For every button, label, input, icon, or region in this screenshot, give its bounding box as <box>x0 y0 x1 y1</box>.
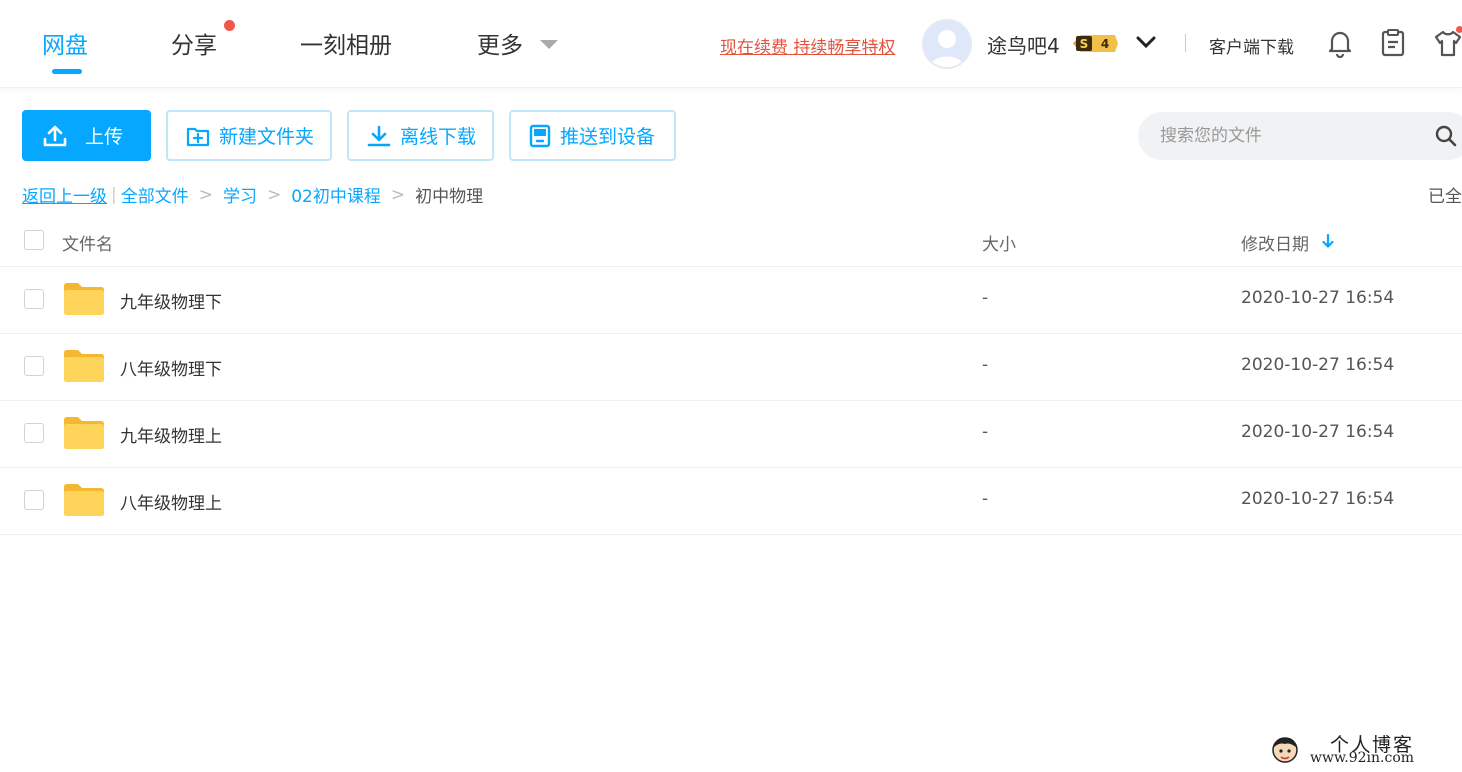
select-all-checkbox[interactable] <box>24 230 44 250</box>
folder-icon <box>64 484 104 516</box>
avatar[interactable] <box>922 19 972 69</box>
breadcrumb: 返回上一级 | 全部文件 > 学习 > 02初中课程 > 初中物理 <box>22 182 484 208</box>
search-input[interactable] <box>1160 124 1420 148</box>
file-size: - <box>982 489 989 509</box>
new-folder-button[interactable]: 新建文件夹 <box>166 110 332 161</box>
breadcrumb-study[interactable]: 学习 <box>223 182 257 207</box>
renew-link[interactable]: 现在续费 持续畅享特权 <box>720 33 895 58</box>
file-name[interactable]: 九年级物理下 <box>120 288 222 313</box>
row-checkbox[interactable] <box>24 490 44 510</box>
username[interactable]: 途鸟吧4 <box>987 30 1060 59</box>
folder-icon <box>64 417 104 449</box>
loaded-status: 已全 <box>1428 187 1462 207</box>
breadcrumb-back-link[interactable]: 返回上一级 <box>22 182 107 207</box>
upload-icon <box>43 125 67 146</box>
folder-icon <box>64 350 104 382</box>
table-header: 文件名 大小 修改日期 <box>0 218 1462 267</box>
sort-down-icon[interactable] <box>1321 233 1335 249</box>
file-modified: 2020-10-27 16:54 <box>1241 355 1395 375</box>
offline-download-label: 离线下载 <box>400 126 477 148</box>
upload-button[interactable]: 上传 <box>22 110 151 161</box>
file-name[interactable]: 八年级物理下 <box>120 355 222 380</box>
column-header-name[interactable]: 文件名 <box>62 230 113 255</box>
row-checkbox[interactable] <box>24 289 44 309</box>
file-size: - <box>982 422 989 442</box>
clipboard-icon[interactable] <box>1379 28 1407 58</box>
file-size: - <box>982 288 989 308</box>
file-size: - <box>982 355 989 375</box>
breadcrumb-separator: > <box>266 184 282 205</box>
push-to-device-label: 推送到设备 <box>560 126 656 148</box>
nav-divider <box>1185 34 1186 52</box>
new-folder-icon <box>186 127 210 146</box>
breadcrumb-current: 初中物理 <box>415 187 484 207</box>
upload-label: 上传 <box>85 126 124 148</box>
vip-badge-icon: S 4 <box>1073 35 1118 52</box>
table-row[interactable]: 八年级物理下 - 2020-10-27 16:54 <box>0 334 1462 401</box>
watermark-url: www.92in.com <box>1310 750 1415 766</box>
vip-level: 4 <box>1101 37 1109 51</box>
file-modified: 2020-10-27 16:54 <box>1241 288 1395 308</box>
search-icon[interactable] <box>1434 124 1458 148</box>
search-box <box>1138 112 1462 160</box>
device-icon <box>529 124 551 147</box>
nav-tab-album[interactable]: 一刻相册 <box>300 26 392 60</box>
file-modified: 2020-10-27 16:54 <box>1241 422 1395 442</box>
shirt-notification-dot <box>1456 26 1462 33</box>
breadcrumb-junior-course[interactable]: 02初中课程 <box>291 182 381 207</box>
download-icon <box>367 125 391 146</box>
nav-tab-netdisk[interactable]: 网盘 <box>42 26 88 60</box>
watermark-face-icon <box>1272 737 1298 763</box>
top-navbar: 网盘 分享 一刻相册 更多 现在续费 持续畅享特权 途鸟吧4 S 4 客户端下载 <box>0 0 1462 88</box>
client-download-link[interactable]: 客户端下载 <box>1209 33 1294 58</box>
column-header-size[interactable]: 大小 <box>982 230 1016 255</box>
push-to-device-button[interactable]: 推送到设备 <box>509 110 676 161</box>
chevron-down-icon[interactable] <box>1136 35 1156 49</box>
bell-icon[interactable] <box>1326 28 1354 58</box>
nav-tab-more[interactable]: 更多 <box>477 26 523 60</box>
breadcrumb-separator: > <box>198 184 213 205</box>
table-row[interactable]: 九年级物理上 - 2020-10-27 16:54 <box>0 401 1462 468</box>
row-checkbox[interactable] <box>24 356 44 376</box>
share-notification-dot <box>224 20 235 31</box>
breadcrumb-pipe: | <box>111 184 117 205</box>
more-caret-icon[interactable] <box>540 40 558 49</box>
breadcrumb-separator: > <box>390 184 406 205</box>
new-folder-label: 新建文件夹 <box>219 126 315 148</box>
file-name[interactable]: 九年级物理上 <box>120 422 222 447</box>
table-row[interactable]: 八年级物理上 - 2020-10-27 16:54 <box>0 468 1462 535</box>
file-modified: 2020-10-27 16:54 <box>1241 489 1395 509</box>
folder-icon <box>64 283 104 315</box>
file-name[interactable]: 八年级物理上 <box>120 489 222 514</box>
column-header-modified[interactable]: 修改日期 <box>1241 230 1309 255</box>
vip-symbol: S <box>1080 37 1089 51</box>
table-row[interactable]: 九年级物理下 - 2020-10-27 16:54 <box>0 267 1462 334</box>
row-checkbox[interactable] <box>24 423 44 443</box>
nav-tab-share[interactable]: 分享 <box>171 26 217 60</box>
breadcrumb-all-files[interactable]: 全部文件 <box>121 182 189 207</box>
offline-download-button[interactable]: 离线下载 <box>347 110 494 161</box>
active-tab-underline <box>52 69 82 74</box>
